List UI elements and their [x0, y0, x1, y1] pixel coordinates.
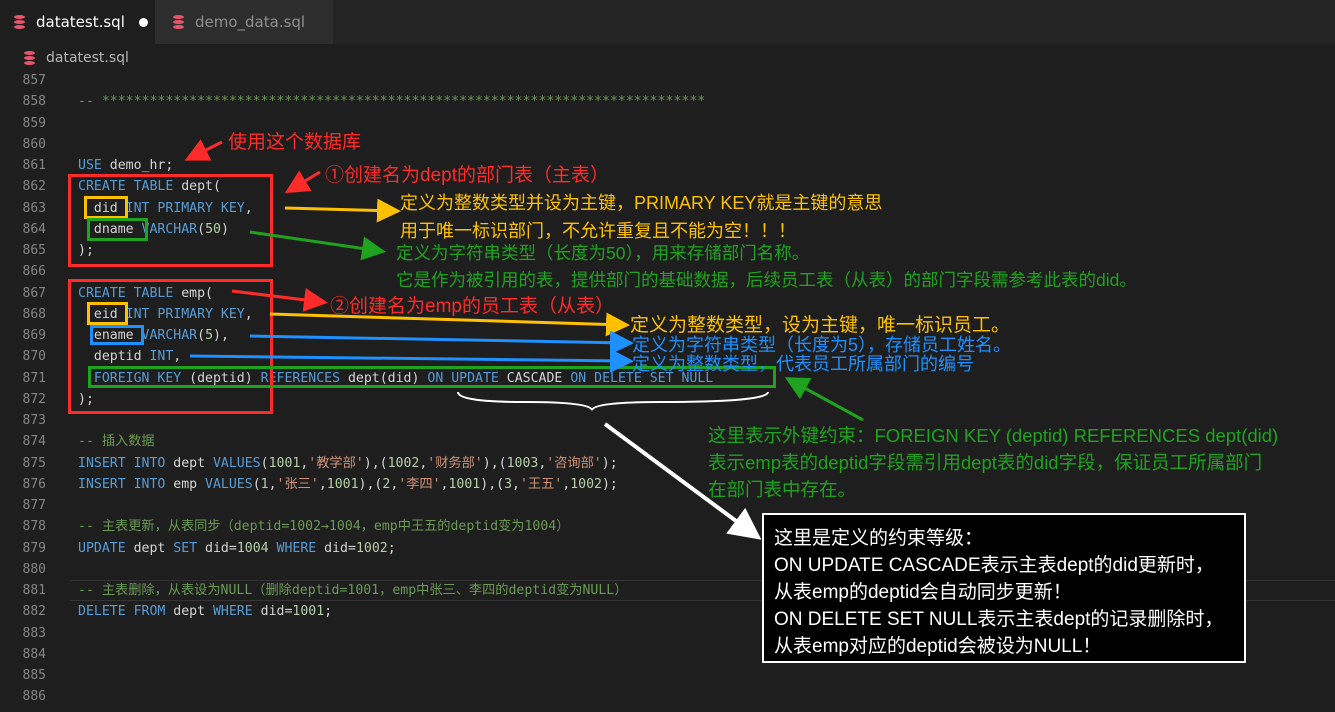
arrow-ename: [249, 330, 634, 355]
annotation-create-dept: ①创建名为dept的部门表（主表）: [325, 165, 609, 186]
arrow-create-dept: [284, 170, 321, 194]
note-line: 从表emp对应的deptid会被设为NULL！: [774, 636, 1102, 657]
constraint-note-box: 这里是定义的约束等级： ON UPDATE CASCADE表示主表dept的di…: [762, 513, 1246, 663]
arrow-dname: [249, 230, 386, 261]
note-line: 从表emp的deptid会自动同步更新！: [774, 582, 1072, 603]
arrow-did: [284, 198, 401, 223]
arrow-create-emp: [231, 287, 328, 312]
brace-on-update: [457, 391, 769, 411]
annotation-did-1: 定义为整数类型并设为主键，PRIMARY KEY就是主键的意思: [400, 193, 883, 213]
annotation-fk-2: 表示emp表的deptid字段需引用dept表的did字段，保证员工所属部门: [708, 452, 1263, 473]
note-line: ON UPDATE CASCADE表示主表dept的did更新时，: [774, 555, 1214, 576]
annotation-dname-2: 它是作为被引用的表，提供部门的基础数据，后续员工表（从表）的部门字段需参考此表的…: [396, 270, 1137, 290]
annotation-deptid: 定义为整数类型，代表员工所属部门的编号: [632, 354, 974, 374]
annotation-fk-1: 这里表示外键约束：FOREIGN KEY (deptid) REFERENCES…: [708, 425, 1279, 446]
arrow-use-db: [184, 139, 223, 161]
annotation-create-emp: ②创建名为emp的员工表（从表）: [330, 296, 614, 317]
arrow-foreign-key: [784, 377, 864, 422]
annotation-fk-3: 在部门表中存在。: [708, 479, 857, 500]
note-line: ON DELETE SET NULL表示主表dept的记录删除时，: [774, 609, 1224, 630]
annotation-use-db: 使用这个数据库: [228, 132, 362, 153]
arrow-deptid: [189, 348, 634, 373]
note-line: 这里是定义的约束等级：: [774, 528, 984, 549]
annotation-dname-1: 定义为字符串类型（长度为50），用来存储部门名称。: [396, 243, 810, 263]
